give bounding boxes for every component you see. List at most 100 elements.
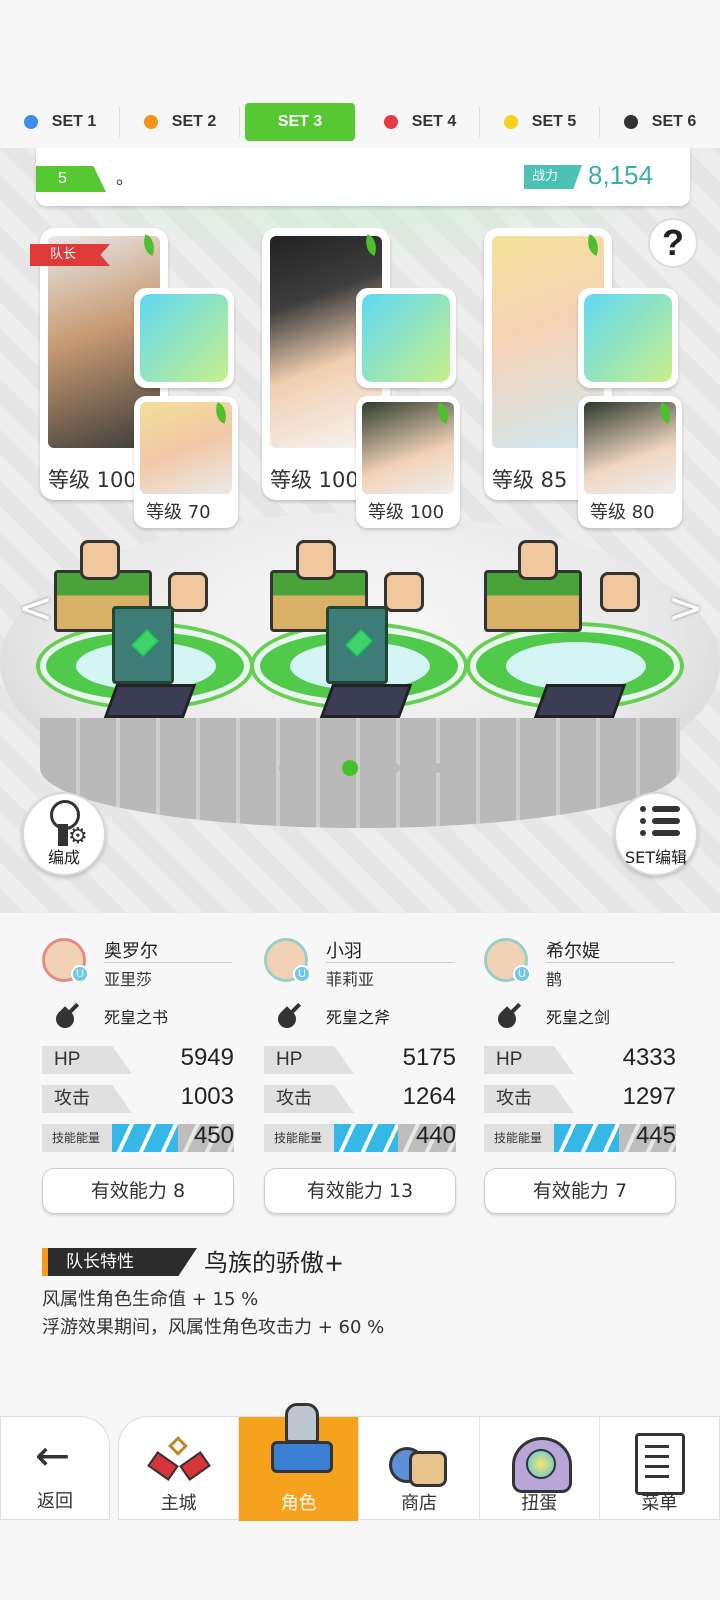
tab-set-6[interactable]: SET 6	[600, 103, 720, 141]
page-dot[interactable]	[410, 763, 421, 773]
nav-items: 主城 角色 商店 扭蛋 菜单	[118, 1403, 720, 1521]
tab-set-2[interactable]: SET 2	[120, 103, 240, 141]
team1-avatar[interactable]: U	[42, 938, 89, 983]
team3-main-sprite	[518, 540, 558, 580]
castle-icon	[144, 1433, 214, 1483]
team-info-bar: 5 。 战力 8,154	[36, 148, 690, 206]
team2-partner-name: 菲莉亚	[326, 970, 375, 989]
team1-equip-sprite	[112, 606, 174, 684]
character-icon	[267, 1403, 333, 1477]
page-indicator	[0, 760, 720, 776]
team3-atk-value: 1297	[622, 1083, 676, 1110]
team2-atk-row: 攻击 1264	[264, 1083, 456, 1113]
team2-avatar[interactable]: U	[264, 938, 311, 983]
team3-sub-wind-icon	[652, 400, 678, 426]
team1-name-divider	[104, 962, 232, 963]
team2-main-sprite	[296, 540, 336, 580]
hp-label: HP	[484, 1046, 574, 1074]
weapon-icon	[52, 1000, 84, 1032]
power-label: 战力	[524, 165, 582, 189]
set-4-color-dot	[383, 115, 398, 129]
team1-name: 奥罗尔	[104, 941, 158, 962]
team1-ability-button[interactable]: 有效能力 8	[42, 1168, 234, 1214]
team3-hp-value: 4333	[622, 1044, 676, 1071]
nav-character[interactable]: 角色	[239, 1403, 360, 1521]
power-value: 8,154	[588, 160, 654, 190]
page-dot[interactable]	[368, 763, 379, 773]
team2-ability-button[interactable]: 有效能力 13	[264, 1168, 456, 1214]
page-dot[interactable]	[431, 763, 442, 773]
page-dot[interactable]	[389, 763, 400, 773]
menu-icon	[635, 1433, 686, 1495]
team1-equip-slot[interactable]	[134, 288, 234, 388]
page-dot[interactable]	[299, 763, 310, 773]
page-dot[interactable]	[278, 763, 289, 773]
back-arrow-icon: ←	[35, 1431, 71, 1480]
leader-trait-line-2: 浮游效果期间，风属性角色攻击力 + 60 %	[42, 1317, 385, 1338]
tab-set-3[interactable]: SET 3	[245, 103, 355, 141]
team3-sub-level: 等级 80	[590, 502, 655, 523]
team2-energy-value: 440	[415, 1122, 456, 1149]
prev-team-arrow[interactable]: <	[18, 583, 53, 632]
tab-set-2-label: SET 2	[171, 113, 217, 130]
tab-set-3-label: SET 3	[277, 113, 323, 130]
set-5-color-dot	[503, 115, 518, 129]
team3-name-divider	[546, 962, 674, 963]
tab-set-4-label: SET 4	[411, 113, 457, 130]
team2-weapon: 死皇之斧	[326, 1008, 391, 1027]
help-button[interactable]: ?	[648, 218, 698, 268]
tab-set-4[interactable]: SET 4	[360, 103, 480, 141]
team1-energy-value: 450	[193, 1122, 234, 1149]
page-dot-active[interactable]	[341, 760, 358, 776]
atk-label: 攻击	[484, 1085, 574, 1113]
back-button-label: 返回	[37, 1491, 73, 1512]
nav-shop[interactable]: 商店	[359, 1417, 480, 1521]
stats-panel: U 奥罗尔 亚里莎 死皇之书 HP 5949 攻击 1003 技能能量 450 …	[0, 913, 720, 1393]
nav-gacha[interactable]: 扭蛋	[480, 1417, 600, 1521]
tab-set-1-label: SET 1	[51, 113, 97, 130]
team1-energy-row: 技能能量 450	[42, 1122, 234, 1152]
team1-main-sprite	[80, 540, 120, 580]
team3-sword-icon	[584, 294, 672, 382]
formation-button[interactable]: ⚙ 编成	[22, 792, 106, 876]
atk-label: 攻击	[42, 1085, 132, 1113]
nav-menu[interactable]: 菜单	[600, 1417, 719, 1521]
set-edit-button[interactable]: SET编辑	[614, 792, 698, 876]
team3-hp-row: HP 4333	[484, 1044, 676, 1074]
team2-name-divider	[326, 962, 454, 963]
tab-set-5[interactable]: SET 5	[480, 103, 600, 141]
set-2-color-dot	[143, 115, 158, 129]
tab-set-1[interactable]: SET 1	[0, 103, 120, 141]
team3-avatar-badge: U	[513, 965, 531, 983]
team1-main-wind-icon	[136, 232, 162, 258]
nav-character-label: 角色	[280, 1493, 317, 1514]
page-dot[interactable]	[257, 763, 268, 773]
weapon-icon	[494, 1000, 526, 1032]
team2-equip-slot[interactable]	[356, 288, 456, 388]
team3-partner-name: 鹊	[546, 970, 563, 989]
next-team-arrow[interactable]: >	[668, 583, 703, 632]
team3-ability-button[interactable]: 有效能力 7	[484, 1168, 676, 1214]
team3-equip-slot[interactable]	[578, 288, 678, 388]
team3-energy-value: 445	[635, 1122, 676, 1149]
page-dot[interactable]	[452, 763, 463, 773]
team2-main-level: 等级 100	[270, 468, 359, 492]
team3-main-wind-icon	[580, 232, 606, 258]
nav-menu-label: 菜单	[641, 1493, 678, 1514]
team1-hp-row: HP 5949	[42, 1044, 234, 1074]
set-6-color-dot	[623, 115, 638, 129]
team2-sub-level: 等级 100	[368, 502, 445, 523]
team1-sub-level: 等级 70	[146, 502, 211, 523]
team3-avatar[interactable]: U	[484, 938, 531, 983]
set-edit-button-label: SET编辑	[624, 848, 688, 867]
leader-trait-label: 队长特性	[42, 1248, 197, 1276]
nav-town[interactable]: 主城	[119, 1417, 240, 1521]
team2-atk-value: 1264	[402, 1083, 456, 1110]
team1-main-level: 等级 100	[48, 468, 137, 492]
tab-set-6-label: SET 6	[651, 113, 697, 130]
team-level-badge: 5	[36, 166, 106, 192]
back-button[interactable]: ← 返回	[0, 1416, 110, 1520]
hp-label: HP	[264, 1046, 354, 1074]
page-dot[interactable]	[320, 763, 331, 773]
team-info-text: 。	[116, 168, 134, 189]
